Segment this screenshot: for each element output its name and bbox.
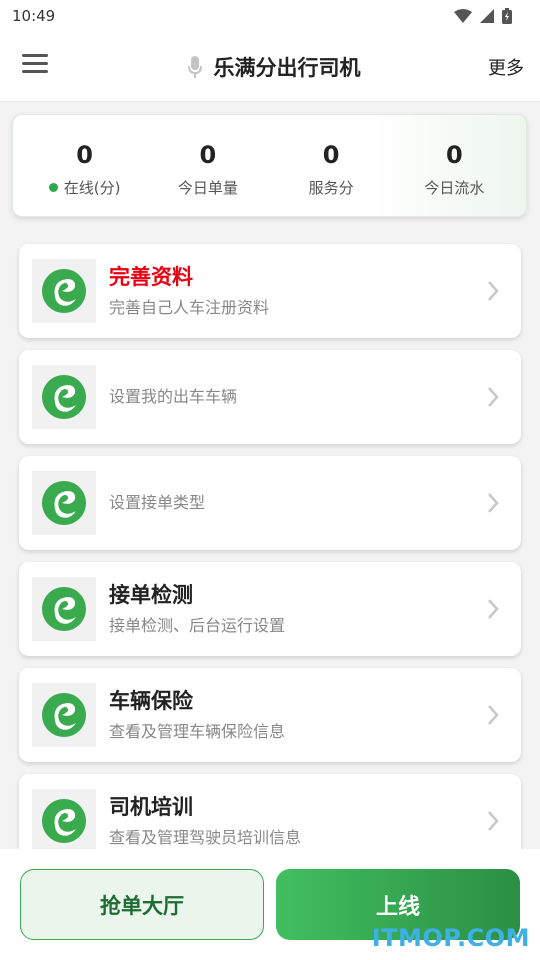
item-text: 司机培训 查看及管理驾驶员培训信息 xyxy=(109,774,301,849)
item-title: 接单检测 xyxy=(109,583,193,607)
list-item-vehicle[interactable]: 设置我的出车车辆 xyxy=(19,350,521,444)
stat-value: 0 xyxy=(322,141,340,169)
list-item-order-type[interactable]: 设置接单类型 xyxy=(19,456,521,550)
stat-orders[interactable]: 0 今日单量 xyxy=(146,115,269,216)
item-text: 设置接单类型 xyxy=(109,456,205,550)
brand-logo-icon xyxy=(32,577,96,641)
stat-label-text: 在线(分) xyxy=(63,179,121,197)
item-subtitle: 查看及管理驾驶员培训信息 xyxy=(109,828,302,847)
stat-revenue[interactable]: 0 今日流水 xyxy=(393,115,516,216)
stats-card: 0 在线(分) 0 今日单量 0 服务分 0 今日流水 xyxy=(12,114,527,217)
item-subtitle: 查看及管理车辆保险信息 xyxy=(109,722,286,741)
stat-online[interactable]: 0 在线(分) xyxy=(23,115,146,216)
setup-list[interactable]: 完善资料 完善自己人车注册资料 设置我的出车车辆 设置接单类型 接单检测 接单检… xyxy=(0,232,540,849)
status-time: 10:49 xyxy=(12,7,56,25)
more-button[interactable]: 更多 xyxy=(488,54,524,80)
item-subtitle: 设置接单类型 xyxy=(109,493,206,512)
order-hall-button[interactable]: 抢单大厅 xyxy=(20,869,264,940)
stat-label: 服务分 xyxy=(308,179,354,197)
list-item-vehicle-insurance[interactable]: 车辆保险 查看及管理车辆保险信息 xyxy=(19,668,521,762)
brand-logo-icon xyxy=(32,471,96,535)
item-title: 车辆保险 xyxy=(109,689,193,713)
menu-icon[interactable] xyxy=(22,54,48,76)
stat-value: 0 xyxy=(446,141,463,169)
chevron-right-icon xyxy=(488,811,499,831)
page-title: 乐满分出行司机 xyxy=(213,56,361,80)
item-subtitle: 完善自己人车注册资料 xyxy=(109,298,270,317)
item-title: 完善资料 xyxy=(109,265,193,289)
item-title: 司机培训 xyxy=(109,795,193,819)
brand-logo-icon xyxy=(32,365,96,429)
chevron-right-icon xyxy=(488,387,499,407)
item-text: 接单检测 接单检测、后台运行设置 xyxy=(109,562,285,656)
chevron-right-icon xyxy=(488,705,499,725)
item-subtitle: 接单检测、后台运行设置 xyxy=(109,616,286,635)
microphone-icon xyxy=(187,56,202,78)
stat-label: 在线(分) xyxy=(48,177,121,198)
chevron-right-icon xyxy=(488,599,499,619)
online-status-dot xyxy=(48,183,58,192)
brand-logo-icon xyxy=(32,259,96,323)
title-wrap: 乐满分出行司机 xyxy=(0,32,540,102)
stat-label: 今日单量 xyxy=(177,179,238,197)
brand-logo-icon xyxy=(32,683,96,747)
item-text: 设置我的出车车辆 xyxy=(109,350,237,444)
stat-value: 0 xyxy=(199,141,217,169)
status-icons xyxy=(454,8,512,24)
list-item-complete-profile[interactable]: 完善资料 完善自己人车注册资料 xyxy=(19,244,521,338)
item-text: 完善资料 完善自己人车注册资料 xyxy=(109,244,269,338)
wifi-icon xyxy=(454,9,472,23)
signal-icon xyxy=(480,9,494,23)
chevron-right-icon xyxy=(488,281,499,301)
stat-value: 0 xyxy=(76,141,93,169)
list-item-driver-training[interactable]: 司机培训 查看及管理驾驶员培训信息 xyxy=(19,774,521,849)
watermark: ITMOP.COM xyxy=(371,924,530,952)
brand-logo-icon xyxy=(32,789,96,849)
stat-service-score[interactable]: 0 服务分 xyxy=(270,115,393,216)
list-item-order-check[interactable]: 接单检测 接单检测、后台运行设置 xyxy=(19,562,521,656)
item-subtitle: 设置我的出车车辆 xyxy=(109,387,238,406)
app-bar: 乐满分出行司机 更多 xyxy=(0,32,540,102)
chevron-right-icon xyxy=(488,493,499,513)
status-bar: 10:49 xyxy=(0,0,540,32)
battery-icon xyxy=(502,8,512,24)
item-text: 车辆保险 查看及管理车辆保险信息 xyxy=(109,668,285,762)
stat-label: 今日流水 xyxy=(424,179,485,197)
